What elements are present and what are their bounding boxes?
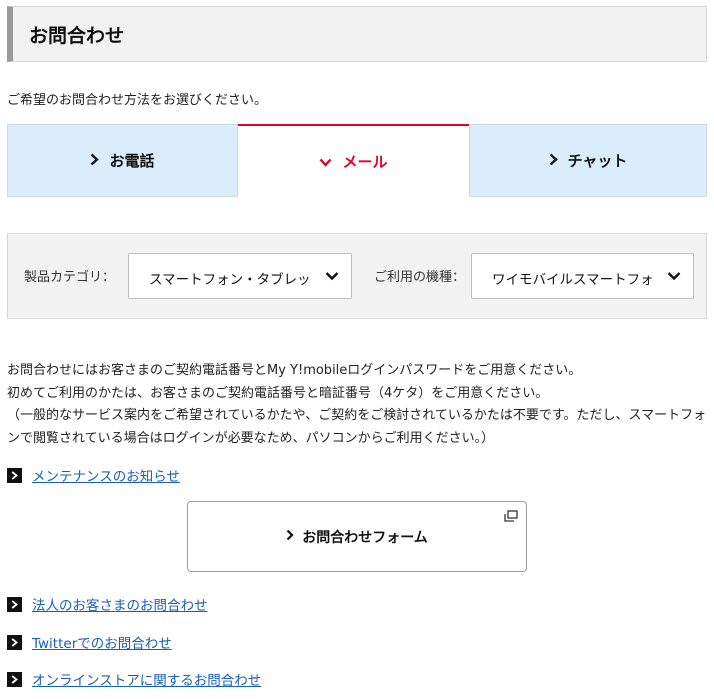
contact-form-button[interactable]: お問合わせフォーム <box>187 501 527 572</box>
online-store-link-row: オンラインストアに関するお問合わせ <box>7 669 261 689</box>
device-select[interactable]: ワイモバイルスマートフォン <box>471 253 694 299</box>
arrow-right-icon <box>7 596 22 612</box>
corporate-link[interactable]: 法人のお客さまのお問合わせ <box>32 594 208 614</box>
tab-mail[interactable]: メール <box>238 124 469 197</box>
category-label: 製品カテゴリ： <box>24 270 116 285</box>
tab-label: チャット <box>567 152 628 170</box>
device-selected-value: ワイモバイルスマートフォン <box>492 272 652 288</box>
page-header: お問合わせ <box>7 6 707 62</box>
chevron-down-icon <box>319 153 332 171</box>
device-label: ご利用の機種： <box>374 270 466 285</box>
tab-label: お電話 <box>109 152 155 170</box>
page-title: お問合わせ <box>29 25 125 47</box>
arrow-right-icon <box>7 467 22 483</box>
tab-label: メール <box>342 153 388 171</box>
arrow-right-icon <box>7 671 22 687</box>
note-line: （一般的なサービス案内をご希望されているかたや、ご契約をご検討されているかたは不… <box>7 408 707 446</box>
chevron-right-icon <box>90 152 100 170</box>
chevron-down-icon <box>667 267 681 289</box>
tab-phone[interactable]: お電話 <box>7 124 238 197</box>
online-store-link[interactable]: オンラインストアに関するお問合わせ <box>32 669 261 689</box>
product-filter-panel: 製品カテゴリ： スマートフォン・タブレット ご利用の機種： ワイモバイルスマート… <box>7 233 707 319</box>
chevron-right-icon <box>549 152 558 170</box>
corporate-link-row: 法人のお客さまのお問合わせ <box>7 594 208 614</box>
twitter-link-row: Twitterでのお問合わせ <box>7 632 172 652</box>
maintenance-link-row: メンテナンスのお知らせ <box>7 465 180 485</box>
chevron-right-icon <box>286 529 294 545</box>
external-window-icon <box>504 510 518 526</box>
chevron-down-icon <box>325 267 339 289</box>
arrow-right-icon <box>7 634 22 650</box>
category-select[interactable]: スマートフォン・タブレット <box>128 253 352 299</box>
tab-chat[interactable]: チャット <box>469 124 707 197</box>
note-line: お問合わせにはお客さまのご契約電話番号とMy Y!mobileログインパスワード… <box>7 363 582 378</box>
contact-notes: お問合わせにはお客さまのご契約電話番号とMy Y!mobileログインパスワード… <box>7 360 707 450</box>
twitter-link[interactable]: Twitterでのお問合わせ <box>32 632 172 652</box>
note-line: 初めてご利用のかたは、お客さまのご契約電話番号と暗証番号（4ケタ）をご用意くださ… <box>7 385 549 401</box>
category-selected-value: スマートフォン・タブレット <box>149 272 314 288</box>
contact-method-tabs: お電話 メール チャット <box>7 124 707 197</box>
contact-form-label: お問合わせフォーム <box>302 529 428 546</box>
intro-text: ご希望のお問合わせ方法をお選びください。 <box>7 93 268 108</box>
maintenance-link[interactable]: メンテナンスのお知らせ <box>32 465 180 485</box>
